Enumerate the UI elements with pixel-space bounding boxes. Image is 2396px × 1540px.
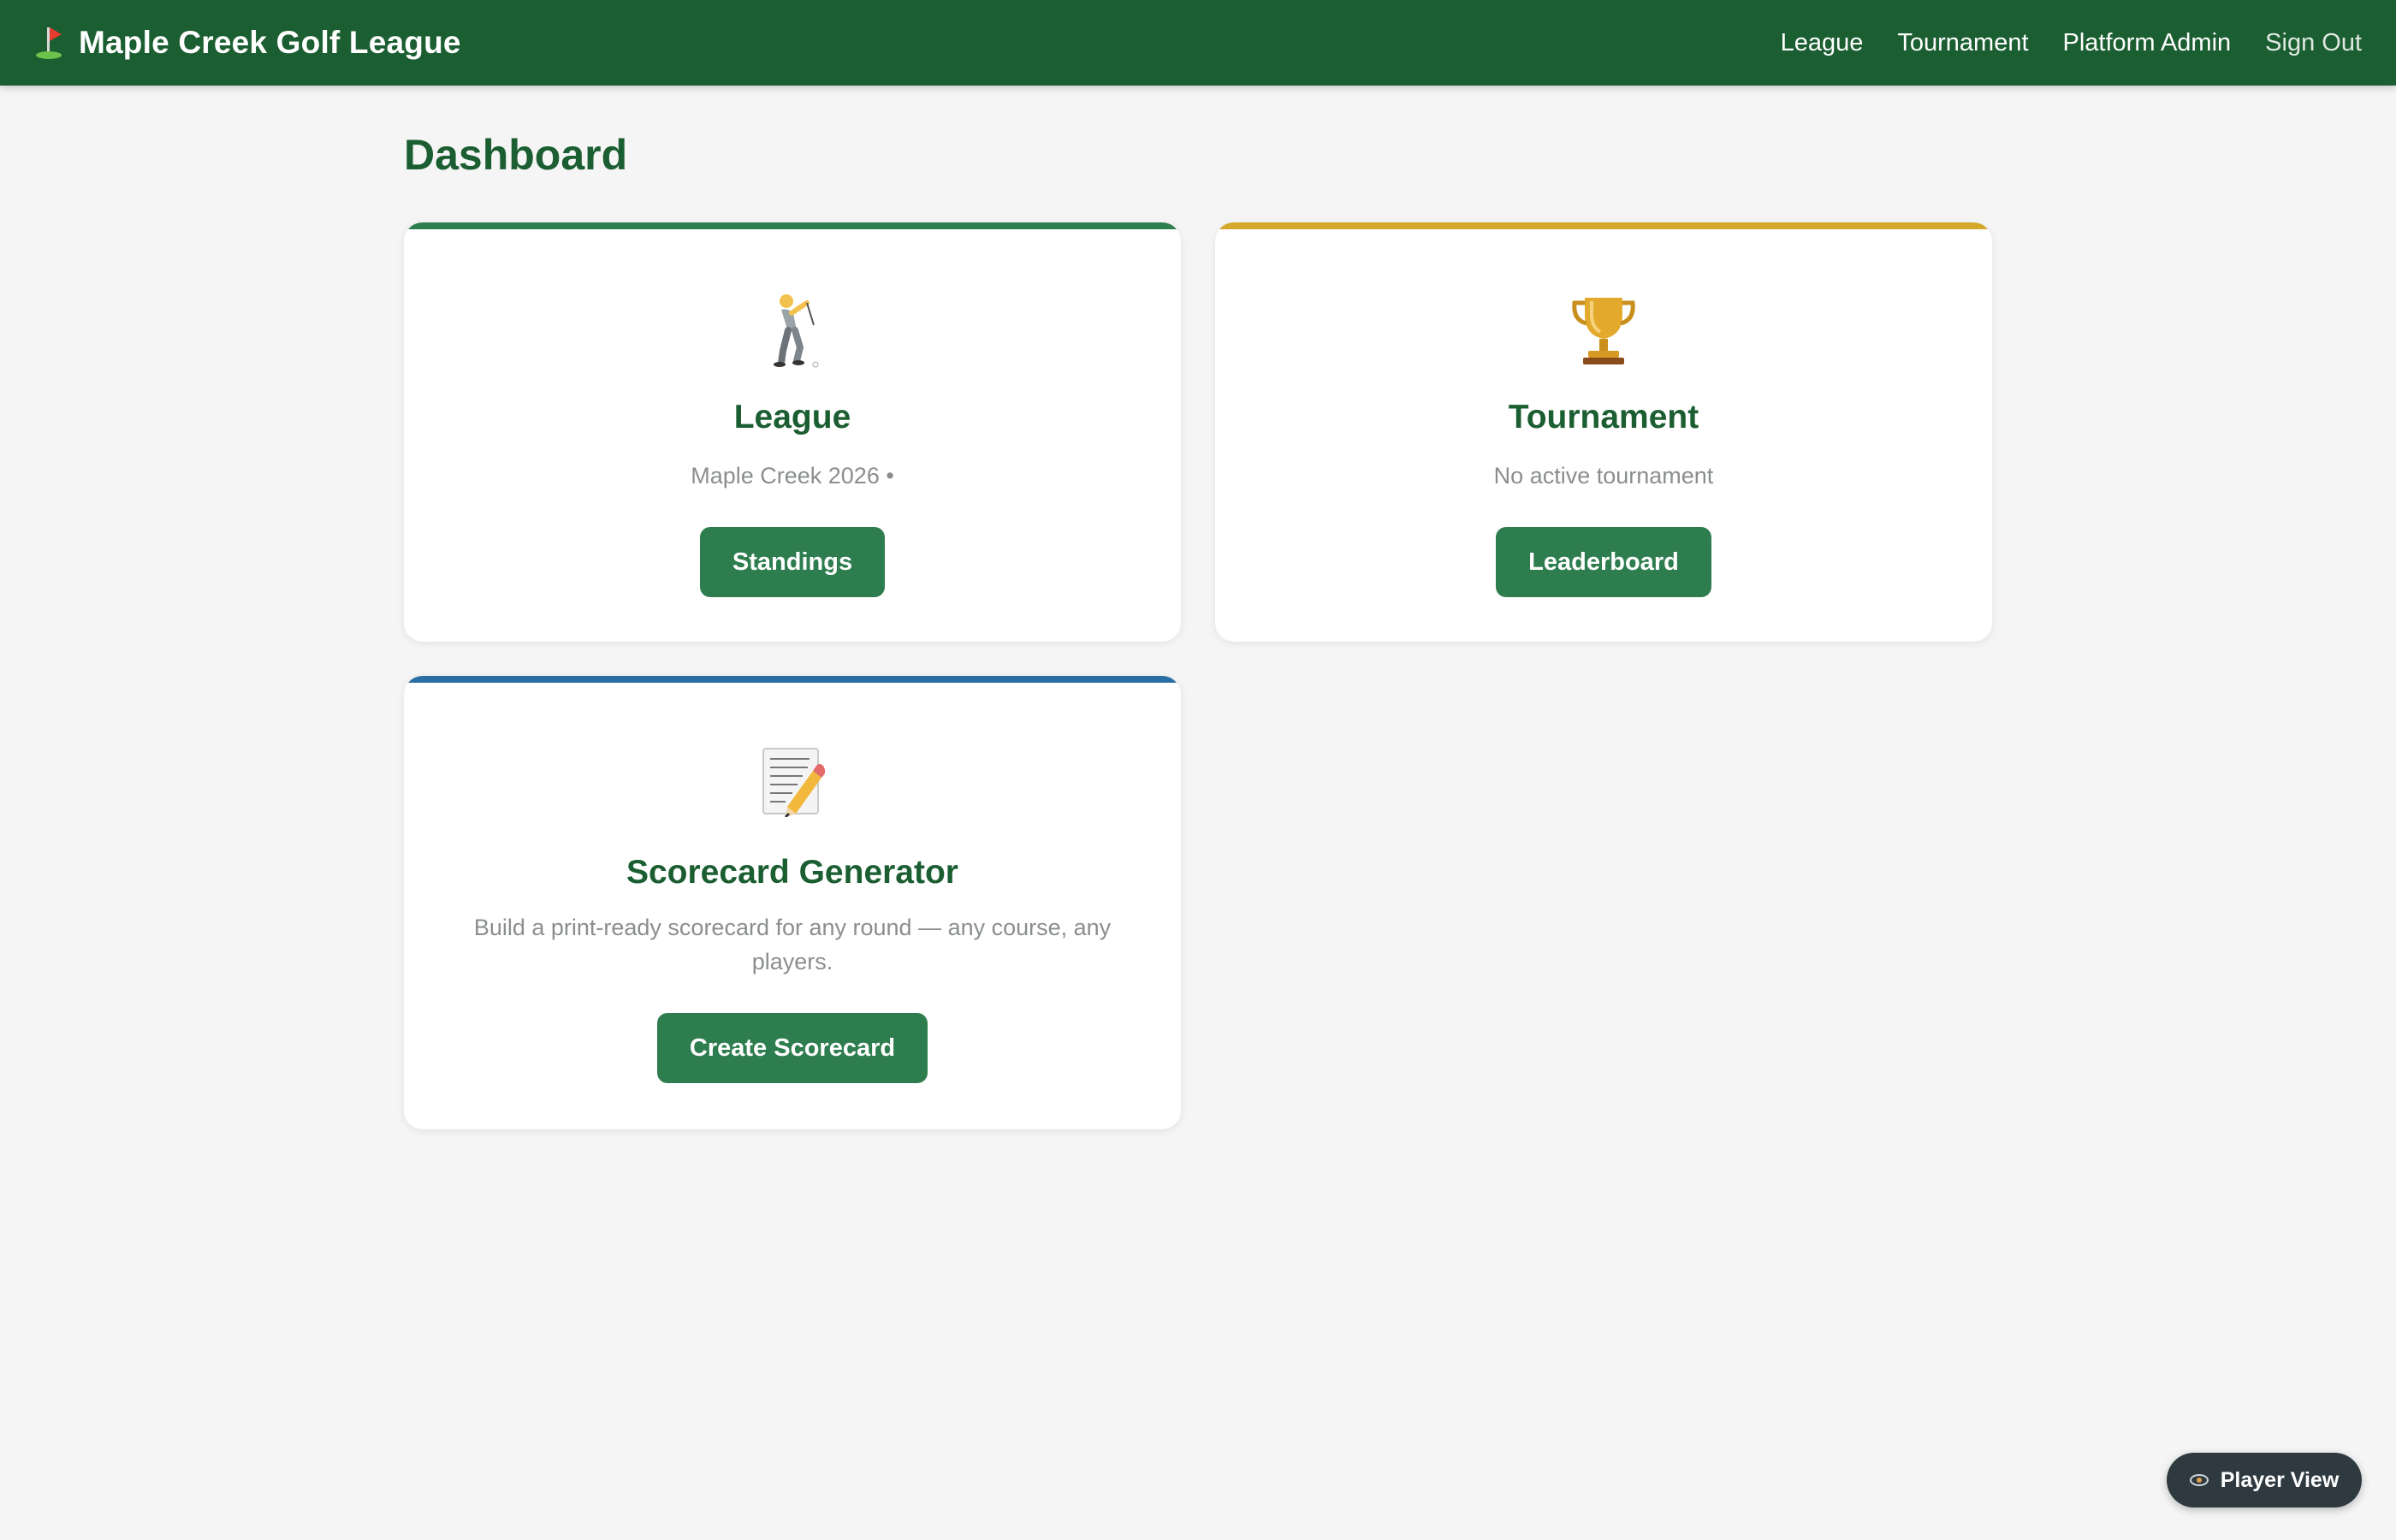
nav-link-tournament[interactable]: Tournament	[1897, 29, 2028, 57]
scorecard-card-title: Scorecard Generator	[626, 854, 958, 891]
league-card: League Maple Creek 2026 • Standings	[404, 222, 1181, 642]
nav-link-platform-admin[interactable]: Platform Admin	[2063, 29, 2232, 57]
top-navbar: Maple Creek Golf League League Tournamen…	[0, 0, 2396, 86]
nav-link-league[interactable]: League	[1781, 29, 1864, 57]
golfer-icon	[750, 291, 835, 368]
scorecard-card-accent	[404, 676, 1181, 683]
main-nav: League Tournament Platform Admin Sign Ou…	[1781, 29, 2362, 57]
player-view-button[interactable]: Player View	[2167, 1453, 2362, 1507]
golf-flag-icon	[34, 26, 63, 60]
standings-button[interactable]: Standings	[699, 527, 886, 597]
brand[interactable]: Maple Creek Golf League	[34, 25, 461, 61]
memo-pencil-icon	[750, 743, 835, 820]
create-scorecard-button[interactable]: Create Scorecard	[656, 1013, 928, 1083]
leaderboard-button[interactable]: Leaderboard	[1496, 527, 1711, 597]
tournament-card-accent	[1215, 222, 1992, 229]
league-card-accent	[404, 222, 1181, 229]
scorecard-generator-card: Scorecard Generator Build a print-ready …	[404, 676, 1181, 1129]
tournament-card-title: Tournament	[1508, 399, 1699, 435]
league-card-title: League	[733, 399, 851, 435]
scorecard-card-subtitle: Build a print-ready scorecard for any ro…	[473, 915, 1112, 974]
player-view-label: Player View	[2220, 1467, 2340, 1492]
nav-link-sign-out[interactable]: Sign Out	[2265, 29, 2362, 57]
page-title: Dashboard	[404, 131, 628, 179]
tournament-card-subtitle: No active tournament	[1493, 463, 1714, 489]
eye-icon	[2189, 1474, 2209, 1486]
brand-title: Maple Creek Golf League	[79, 25, 461, 60]
trophy-icon	[1561, 291, 1646, 368]
tournament-card: Tournament No active tournament Leaderbo…	[1215, 222, 1992, 642]
league-card-subtitle: Maple Creek 2026 •	[691, 463, 894, 489]
